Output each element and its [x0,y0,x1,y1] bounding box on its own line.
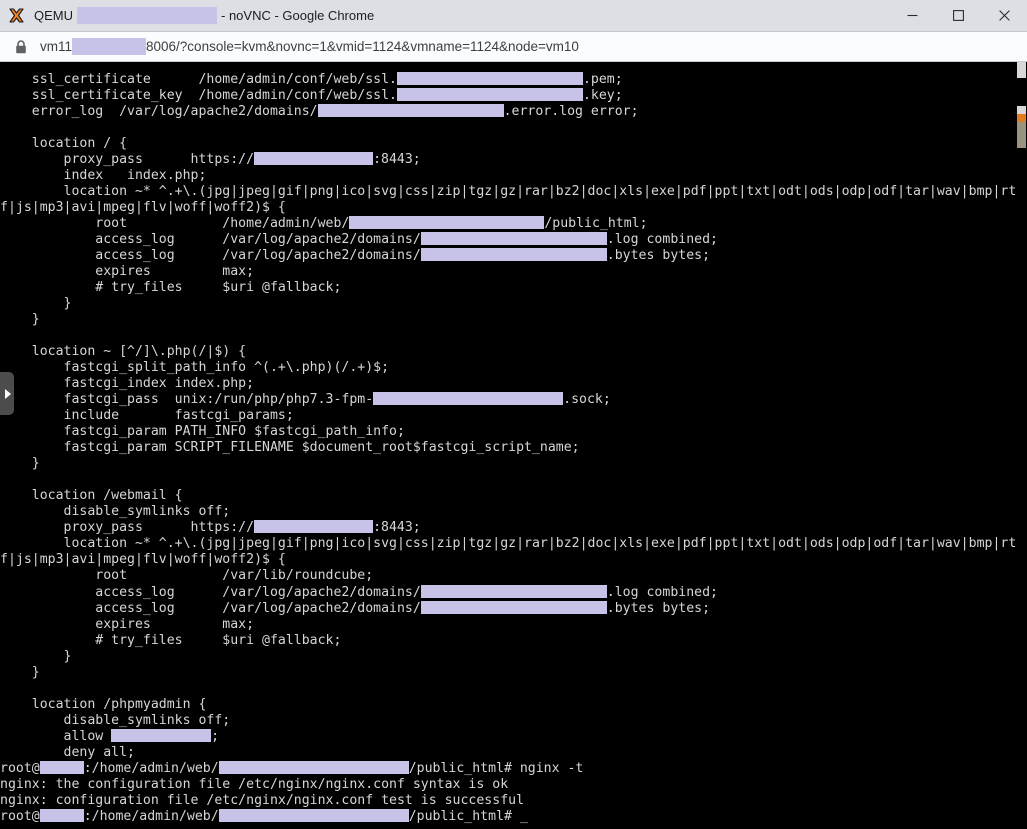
window-title-prefix: QEMU [34,7,73,23]
window-controls [889,0,1027,32]
vnc-canvas[interactable]: ssl_certificate /home/admin/conf/web/ssl… [0,62,1027,829]
window-title-suffix: - noVNC - Google Chrome [221,7,375,23]
chevron-right-icon [5,388,11,399]
terminal-line: } [0,296,72,312]
terminal-redaction [254,152,374,166]
terminal-line: proxy_pass https://:8443; [0,520,421,536]
terminal-line: fastcgi_index index.php; [0,376,255,392]
terminal-line: f|js|mp3|avi|mpeg|flv|woff|woff2)$ { [0,552,286,568]
url-prefix: vm11 [40,38,73,54]
terminal-line: include fastcgi_params; [0,408,294,424]
terminal-line: fastcgi_param PATH_INFO $fastcgi_path_in… [0,424,405,440]
browser-window: QEMU - noVNC - Google Chrome vm11 8006/?… [0,0,1027,829]
terminal-line: location /phpmyadmin { [0,696,207,712]
terminal-line: deny all; [0,744,135,760]
terminal-redaction [396,72,583,85]
qemu-logo-icon [8,7,25,24]
scrollbar-dim-marker [1017,122,1026,148]
terminal-line: expires max; [0,264,255,280]
terminal-line: root /var/lib/roundcube; [0,568,374,584]
terminal-line: nginx: the configuration file /etc/nginx… [0,776,509,792]
terminal-line: # try_files $uri @fallback; [0,632,342,648]
terminal-line: } [0,456,40,472]
terminal-redaction [218,760,409,774]
maximize-button[interactable] [935,0,981,32]
terminal-redaction [111,728,212,742]
lock-icon [14,39,28,55]
scrollbar-accent-marker [1017,114,1026,122]
terminal-line: } [0,312,40,328]
terminal-redaction [420,248,607,262]
terminal-line: } [0,664,40,680]
terminal-line: ssl_certificate_key /home/admin/conf/web… [0,88,623,104]
window-titlebar: QEMU - noVNC - Google Chrome [0,0,1027,32]
terminal-line: nginx: configuration file /etc/nginx/ngi… [0,792,525,808]
terminal-line: location ~* ^.+\.(jpg|jpeg|gif|png|ico|s… [0,536,1017,552]
novnc-control-bar-handle[interactable] [0,372,14,415]
terminal-line: fastcgi_split_path_info ^(.+\.php)(/.+)$… [0,360,390,376]
terminal-redaction [373,392,564,406]
window-title-area: QEMU - noVNC - Google Chrome [0,0,889,32]
terminal-redaction [218,808,409,822]
terminal-line: ssl_certificate /home/admin/conf/web/ssl… [0,72,623,87]
url-suffix: 8006/?console=kvm&novnc=1&vmid=1124&vmna… [146,38,579,54]
terminal-line: access_log /var/log/apache2/domains/.log… [0,232,718,248]
terminal-redaction [396,88,583,102]
terminal-line: location /webmail { [0,488,183,504]
terminal-output[interactable]: ssl_certificate /home/admin/conf/web/ssl… [0,62,1027,825]
terminal-line: root@:/home/admin/web//public_html# _ [0,808,528,824]
minimize-button[interactable] [889,0,935,32]
terminal-line: fastcgi_pass unix:/run/php/php7.3-fpm- .s… [0,392,611,408]
url-redaction [72,38,147,55]
terminal-line: proxy_pass https://:8443; [0,152,421,168]
terminal-line: f|js|mp3|avi|mpeg|flv|woff|woff2)$ { [0,200,286,216]
address-bar[interactable]: vm11 8006/?console=kvm&novnc=1&vmid=1124… [0,32,1027,62]
vnc-right-edge-scrollbar[interactable] [1015,62,1027,829]
terminal-line: error_log /var/log/apache2/domains/.erro… [0,104,639,120]
terminal-line: location ~ [^/]\.php(/|$) { [0,344,247,360]
window-title-redaction [77,7,217,24]
terminal-redaction [39,760,84,774]
terminal-line: } [0,648,72,664]
terminal-line: location / { [0,136,128,152]
terminal-line: disable_symlinks off; [0,504,231,520]
terminal-line: access_log /var/log/apache2/domains/.log… [0,584,718,600]
terminal-line: root /home/admin/web//public_html; [0,216,648,232]
terminal-redaction [349,216,545,230]
terminal-line: fastcgi_param SCRIPT_FILENAME $document_… [0,440,580,456]
terminal-line: access_log /var/log/apache2/domains/.byt… [0,248,711,264]
terminal-redaction [420,600,607,614]
scrollbar-thumb-top [1017,62,1026,78]
terminal-redaction [39,808,84,822]
terminal-line: # try_files $uri @fallback; [0,280,342,296]
terminal-line: root@:/home/admin/web//public_html# ngin… [0,760,584,776]
terminal-line: location ~* ^.+\.(jpg|jpeg|gif|png|ico|s… [0,184,1017,200]
terminal-line: disable_symlinks off; [0,712,231,728]
terminal-redaction [420,584,607,598]
terminal-line: index index.php; [0,168,207,184]
terminal-redaction [317,104,504,118]
close-button[interactable] [981,0,1027,32]
terminal-redaction [420,232,607,246]
terminal-redaction [254,520,374,534]
terminal-line: access_log /var/log/apache2/domains/.byt… [0,600,711,616]
terminal-line: expires max; [0,616,255,632]
terminal-line: allow ; [0,728,220,744]
scrollbar-marker [1017,106,1026,114]
